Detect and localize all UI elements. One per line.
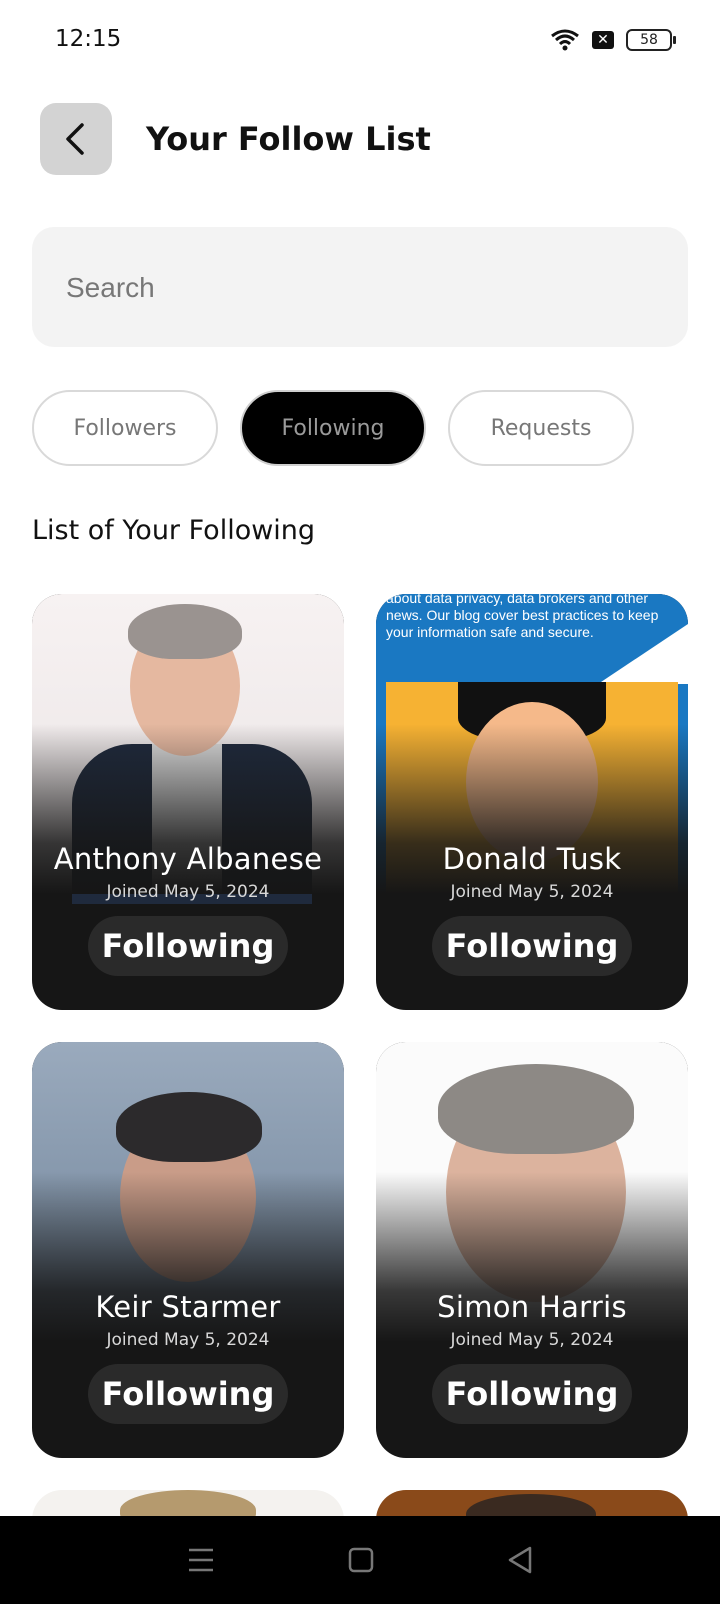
user-card[interactable]: about data privacy, data brokers and oth… [376, 594, 688, 1010]
battery-level: 58 [640, 32, 658, 48]
section-title: List of Your Following [32, 515, 316, 546]
menu-icon[interactable] [187, 1547, 215, 1573]
no-sim-icon: ✕ [592, 31, 614, 49]
user-card[interactable]: Simon Harris Joined May 5, 2024 Followin… [376, 1042, 688, 1458]
user-name: Anthony Albanese [53, 842, 323, 876]
following-button[interactable]: Following [432, 1364, 632, 1424]
joined-date: Joined May 5, 2024 [106, 1330, 270, 1350]
battery-icon: 58 [626, 29, 676, 51]
header: Your Follow List [40, 103, 431, 175]
wifi-icon [551, 29, 579, 51]
search-box [32, 227, 688, 349]
user-name: Keir Starmer [95, 1290, 281, 1324]
system-nav-bar [0, 1516, 720, 1604]
status-bar: 12:15 ✕ 58 [0, 0, 720, 84]
filter-tabs: Followers Following Requests [32, 390, 634, 466]
card-info: Donald Tusk Joined May 5, 2024 Following [376, 842, 688, 976]
chevron-left-icon [66, 123, 84, 155]
page-title: Your Follow List [146, 120, 431, 158]
user-name: Simon Harris [437, 1290, 627, 1324]
joined-date: Joined May 5, 2024 [450, 882, 614, 902]
status-icons: ✕ 58 [550, 28, 676, 52]
following-button[interactable]: Following [432, 916, 632, 976]
joined-date: Joined May 5, 2024 [106, 882, 270, 902]
following-grid: Anthony Albanese Joined May 5, 2024 Foll… [32, 594, 688, 1458]
status-time: 12:15 [55, 26, 122, 52]
card-info: Anthony Albanese Joined May 5, 2024 Foll… [32, 842, 344, 976]
back-button[interactable] [40, 103, 112, 175]
home-square-icon[interactable] [348, 1547, 374, 1573]
card-info: Simon Harris Joined May 5, 2024 Followin… [376, 1290, 688, 1424]
tab-followers[interactable]: Followers [32, 390, 218, 466]
user-card[interactable]: Anthony Albanese Joined May 5, 2024 Foll… [32, 594, 344, 1010]
user-card[interactable]: Keir Starmer Joined May 5, 2024 Followin… [32, 1042, 344, 1458]
following-button[interactable]: Following [88, 916, 288, 976]
white-triangle-shape [598, 624, 688, 684]
tab-following[interactable]: Following [240, 390, 426, 466]
tab-requests[interactable]: Requests [448, 390, 634, 466]
joined-date: Joined May 5, 2024 [450, 1330, 614, 1350]
card-info: Keir Starmer Joined May 5, 2024 Followin… [32, 1290, 344, 1424]
following-button[interactable]: Following [88, 1364, 288, 1424]
back-triangle-icon[interactable] [507, 1546, 533, 1574]
search-input[interactable] [64, 227, 668, 349]
user-name: Donald Tusk [442, 842, 622, 876]
